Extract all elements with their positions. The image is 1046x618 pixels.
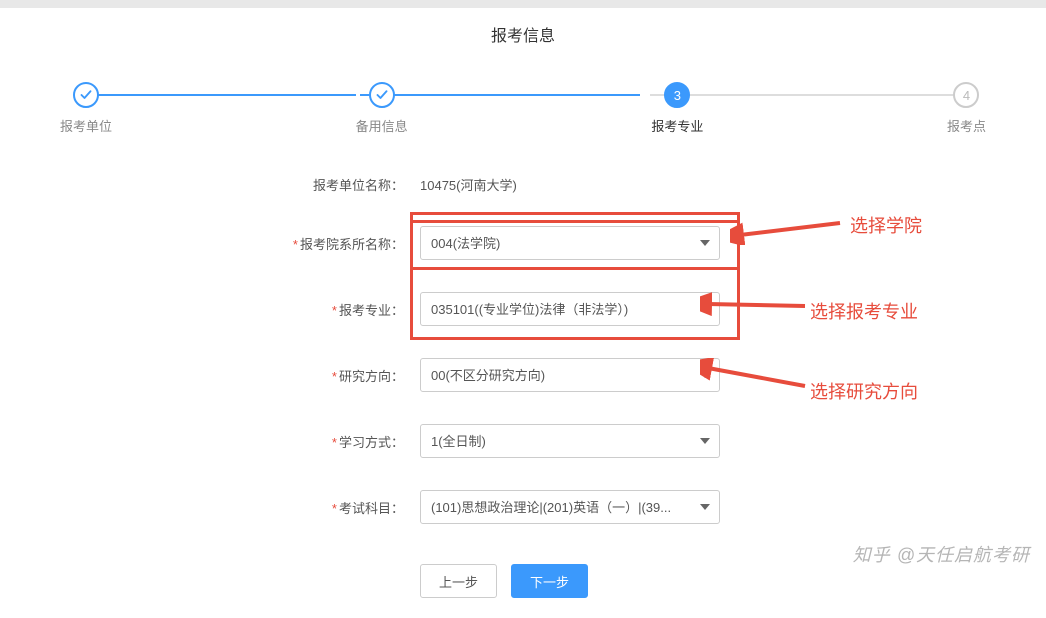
stepper: 报考单位 备用信息 3 报考专业 4 报考点 [60,82,986,135]
step-unit: 报考单位 [60,82,112,135]
row-unit-name: 报考单位名称： 10475(河南大学) [260,175,826,194]
select-mode[interactable]: 1(全日制) [420,424,720,458]
row-subjects: *考试科目： (101)思想政治理论|(201)英语（一）|(39... [260,490,826,524]
step-site: 4 报考点 [947,82,986,135]
select-direction-wrap: 00(不区分研究方向) [420,358,720,392]
select-major[interactable]: 035101((专业学位)法律（非法学）) [420,292,720,326]
check-icon [369,82,395,108]
step-label: 备用信息 [356,116,408,135]
prev-button[interactable]: 上一步 [420,564,497,598]
label-subjects: *考试科目： [260,498,420,517]
select-subjects[interactable]: (101)思想政治理论|(201)英语（一）|(39... [420,490,720,524]
annotation-text: 选择报考专业 [810,298,918,324]
select-direction[interactable]: 00(不区分研究方向) [420,358,720,392]
label-dept: *报考院系所名称： [260,234,420,253]
select-dept-wrap: 004(法学院) [420,226,720,260]
value-unit-name: 10475(河南大学) [420,175,517,194]
step-number: 4 [953,82,979,108]
step-major: 3 报考专业 [651,82,703,135]
annotation-text: 选择研究方向 [810,378,918,404]
button-row: 上一步 下一步 [420,556,826,598]
select-mode-wrap: 1(全日制) [420,424,720,458]
step-label: 报考点 [947,116,986,135]
step-number: 3 [664,82,690,108]
page-title: 报考信息 [0,8,1046,52]
row-major: *报考专业： 035101((专业学位)法律（非法学）) [260,292,826,326]
step-line-1 [86,94,356,96]
window-chrome [0,0,1046,8]
step-label: 报考专业 [651,116,703,135]
row-mode: *学习方式： 1(全日制) [260,424,826,458]
row-direction: *研究方向： 00(不区分研究方向) [260,358,826,392]
label-direction: *研究方向： [260,366,420,385]
row-dept: *报考院系所名称： 004(法学院) [260,226,826,260]
step-label: 报考单位 [60,116,112,135]
watermark: 知乎 @天任启航考研 [853,541,1030,567]
label-mode: *学习方式： [260,432,420,451]
label-major: *报考专业： [260,300,420,319]
label-unit-name: 报考单位名称： [260,175,420,194]
content-area: 报考单位 备用信息 3 报考专业 4 报考点 报考单位名称： 10475(河南大… [0,52,1046,618]
step-backup: 备用信息 [356,82,408,135]
select-dept[interactable]: 004(法学院) [420,226,720,260]
check-icon [73,82,99,108]
annotation-text: 选择学院 [850,212,922,238]
next-button[interactable]: 下一步 [511,564,588,598]
select-major-wrap: 035101((专业学位)法律（非法学）) [420,292,720,326]
select-subjects-wrap: (101)思想政治理论|(201)英语（一）|(39... [420,490,720,524]
